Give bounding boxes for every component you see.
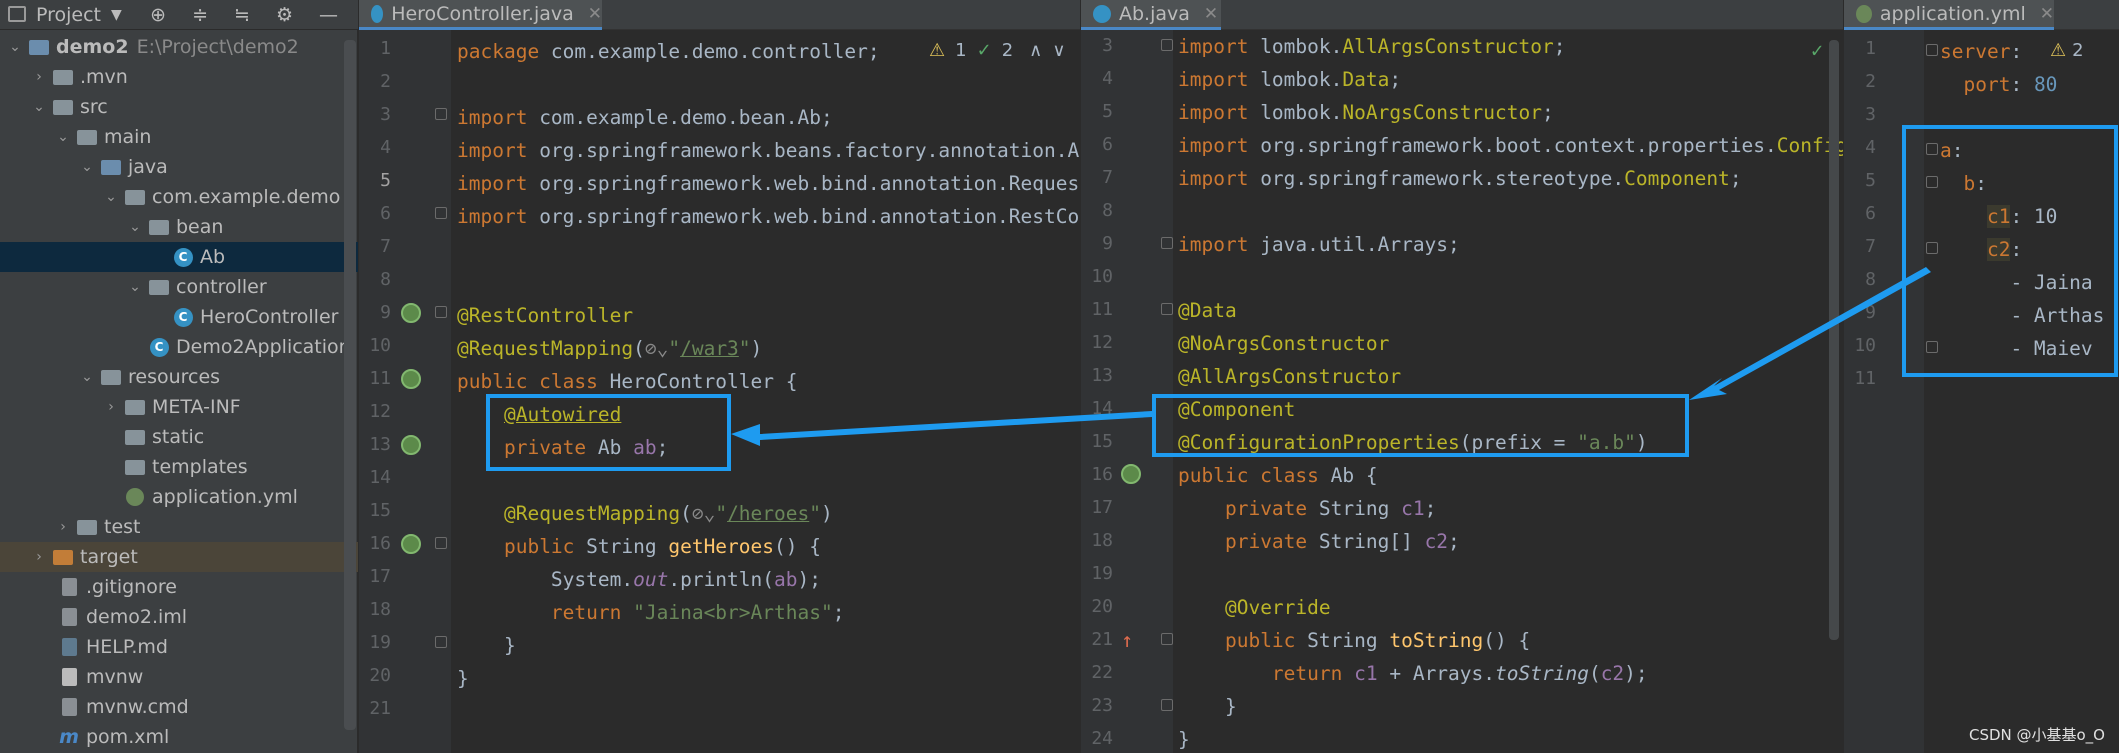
arrow-yaml-to-config — [1689, 267, 1931, 400]
watermark: CSDN @小基基o_O — [1968, 726, 2105, 744]
annotation-arrows — [731, 267, 1931, 446]
arrow-config-to-autowired — [731, 411, 1152, 446]
